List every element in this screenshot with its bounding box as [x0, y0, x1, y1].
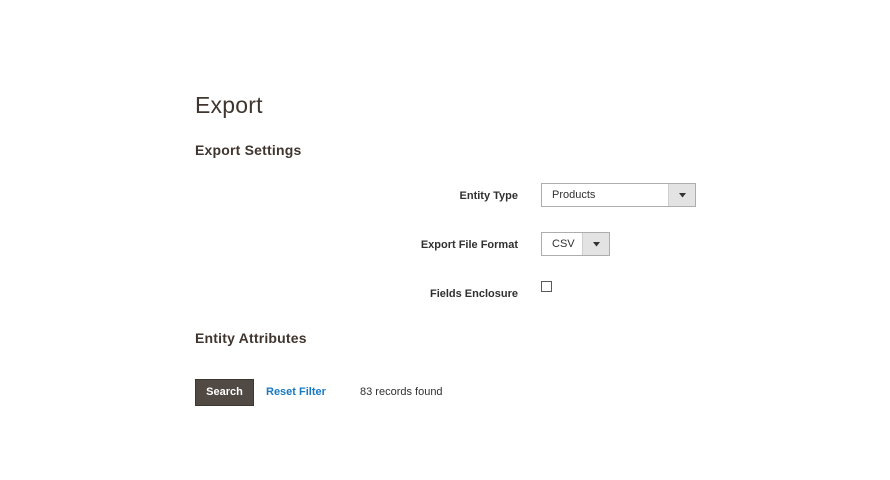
search-button[interactable]: Search [195, 379, 254, 406]
chevron-down-icon [668, 184, 695, 206]
reset-filter-link[interactable]: Reset Filter [266, 386, 326, 398]
entity-type-value: Products [552, 189, 596, 201]
page-title: Export [195, 92, 263, 118]
records-found-count: 83 records found [360, 386, 443, 398]
entity-type-select[interactable]: Products [541, 183, 696, 207]
fields-enclosure-checkbox[interactable] [541, 281, 552, 292]
export-file-format-value: CSV [552, 238, 575, 250]
entity-type-label: Entity Type [459, 190, 518, 202]
export-settings-heading: Export Settings [195, 142, 302, 158]
chevron-down-icon [582, 233, 609, 255]
export-file-format-label: Export File Format [420, 239, 518, 251]
fields-enclosure-label: Fields Enclosure [429, 288, 518, 300]
entity-attributes-heading: Entity Attributes [195, 330, 307, 346]
export-file-format-select[interactable]: CSV [541, 232, 610, 256]
